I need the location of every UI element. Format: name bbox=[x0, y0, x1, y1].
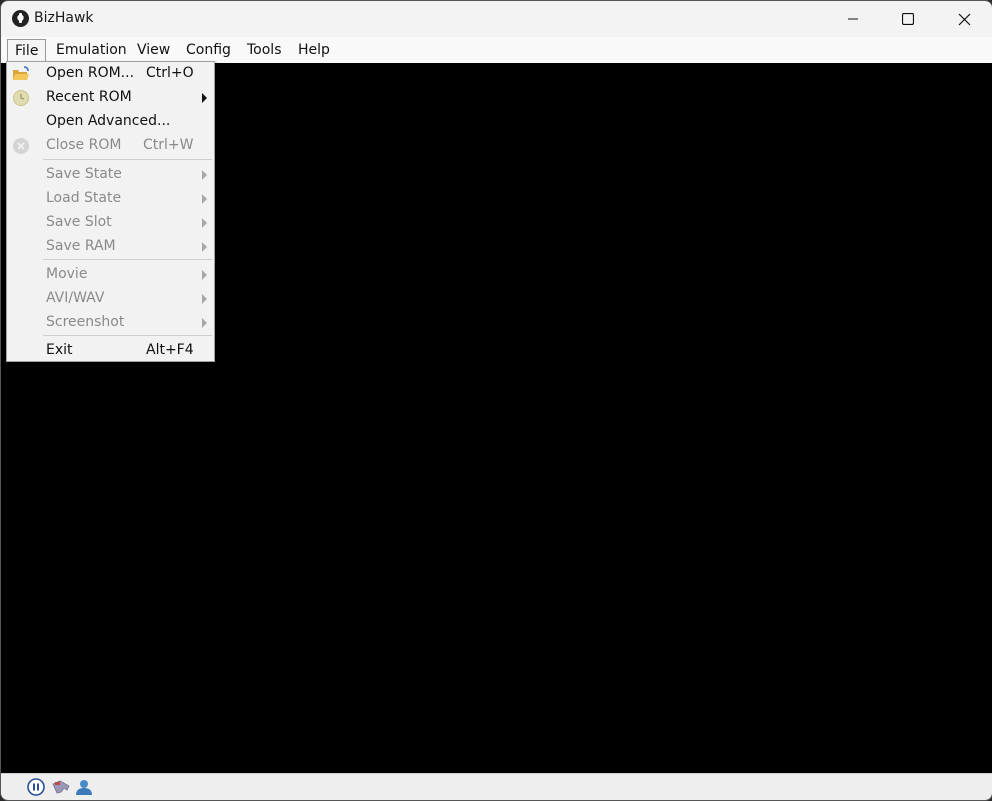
menu-item-movie[interactable]: Movie bbox=[7, 263, 214, 287]
user-button[interactable] bbox=[75, 778, 93, 796]
menu-view[interactable]: View bbox=[130, 39, 177, 61]
menu-item-shortcut: Ctrl+O bbox=[146, 65, 194, 81]
clock-icon bbox=[13, 90, 29, 106]
submenu-arrow-icon bbox=[202, 170, 207, 180]
maximize-button[interactable] bbox=[880, 1, 936, 37]
submenu-arrow-icon bbox=[202, 93, 207, 103]
menu-separator bbox=[43, 159, 212, 160]
menu-item-load-state[interactable]: Load State bbox=[7, 187, 214, 211]
submenu-arrow-icon bbox=[202, 194, 207, 204]
menu-item-open-advanced[interactable]: Open Advanced... bbox=[7, 110, 214, 134]
menu-item-save-state[interactable]: Save State bbox=[7, 163, 214, 187]
menu-item-avi-wav[interactable]: AVI/WAV bbox=[7, 287, 214, 311]
menu-item-label: Open ROM... bbox=[46, 65, 135, 81]
menu-item-screenshot[interactable]: Screenshot bbox=[7, 311, 214, 335]
submenu-arrow-icon bbox=[202, 294, 207, 304]
menu-item-label: Load State bbox=[46, 190, 122, 206]
menu-item-label: Save RAM bbox=[46, 238, 116, 254]
menu-config[interactable]: Config bbox=[179, 39, 238, 61]
menu-item-close-rom[interactable]: Close ROM Ctrl+W bbox=[7, 134, 214, 158]
open-folder-icon bbox=[13, 66, 29, 80]
menu-item-label: Exit bbox=[46, 342, 73, 358]
menu-item-label: Recent ROM bbox=[46, 89, 132, 105]
submenu-arrow-icon bbox=[202, 270, 207, 280]
menu-separator bbox=[43, 259, 212, 260]
pause-button[interactable] bbox=[27, 778, 45, 796]
controller-button[interactable] bbox=[51, 778, 70, 796]
menu-emulation[interactable]: Emulation bbox=[49, 39, 134, 61]
menu-item-label: Close ROM bbox=[46, 137, 122, 153]
menu-item-save-slot[interactable]: Save Slot bbox=[7, 211, 214, 235]
menu-item-label: Save State bbox=[46, 166, 122, 182]
menu-tools[interactable]: Tools bbox=[240, 39, 289, 61]
menu-item-recent-rom[interactable]: Recent ROM bbox=[7, 86, 214, 110]
menu-item-shortcut: Alt+F4 bbox=[146, 342, 194, 358]
menu-item-label: Save Slot bbox=[46, 214, 112, 230]
menu-item-label: AVI/WAV bbox=[46, 290, 105, 306]
submenu-arrow-icon bbox=[202, 218, 207, 228]
maximize-icon bbox=[902, 13, 914, 25]
pause-icon bbox=[27, 778, 45, 796]
menu-item-exit[interactable]: Exit Alt+F4 bbox=[7, 339, 214, 363]
menu-item-label: Open Advanced... bbox=[46, 113, 171, 129]
menu-help[interactable]: Help bbox=[291, 39, 337, 61]
controller-icon bbox=[52, 780, 70, 794]
menu-item-open-rom[interactable]: Open ROM... Ctrl+O bbox=[7, 62, 214, 86]
user-icon bbox=[76, 780, 92, 795]
close-icon bbox=[958, 13, 970, 25]
bizhawk-logo-icon bbox=[12, 10, 29, 27]
title-bar: BizHawk bbox=[1, 1, 992, 37]
menu-bar: File Emulation View Config Tools Help bbox=[1, 37, 992, 63]
status-bar bbox=[1, 773, 992, 800]
menu-separator bbox=[43, 335, 212, 336]
window-title: BizHawk bbox=[34, 10, 94, 26]
menu-item-shortcut: Ctrl+W bbox=[143, 137, 194, 153]
close-circle-icon bbox=[13, 138, 29, 154]
file-menu-dropdown: Open ROM... Ctrl+O Recent ROM Open Advan… bbox=[6, 61, 215, 362]
close-button[interactable] bbox=[936, 1, 992, 37]
submenu-arrow-icon bbox=[202, 242, 207, 252]
minimize-icon bbox=[848, 18, 858, 20]
menu-item-label: Screenshot bbox=[46, 314, 125, 330]
menu-item-label: Movie bbox=[46, 266, 88, 282]
minimize-button[interactable] bbox=[825, 1, 881, 37]
menu-item-save-ram[interactable]: Save RAM bbox=[7, 235, 214, 259]
menu-file[interactable]: File bbox=[7, 39, 47, 61]
submenu-arrow-icon bbox=[202, 318, 207, 328]
